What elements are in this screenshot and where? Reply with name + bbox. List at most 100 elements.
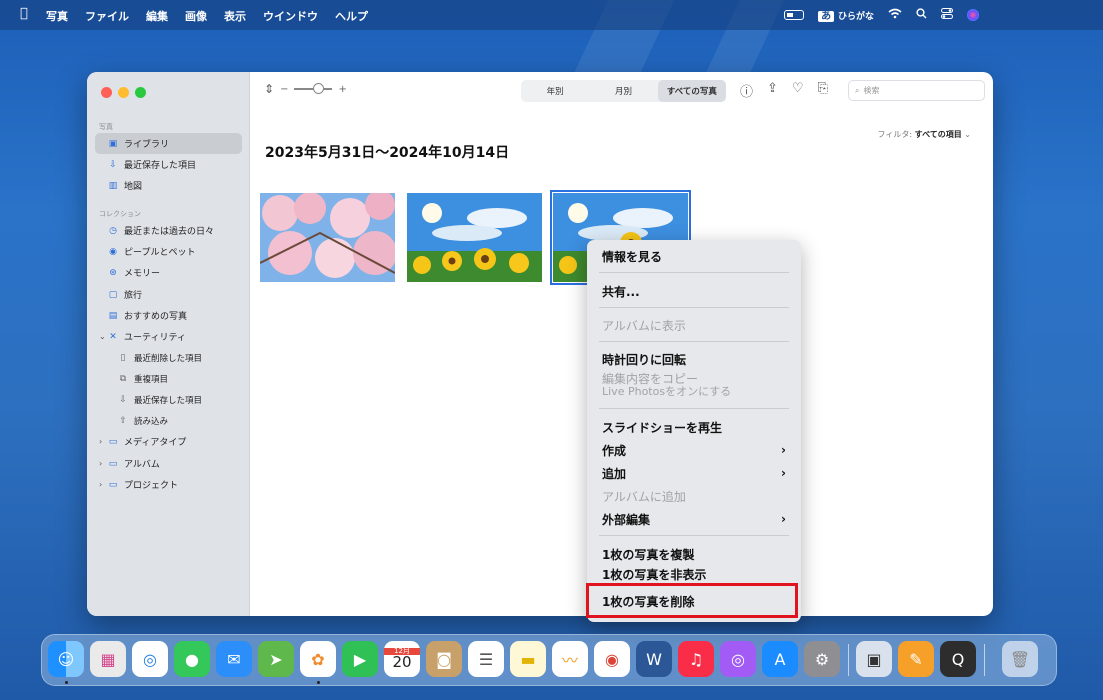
music-icon[interactable]: ♫ — [678, 641, 714, 677]
safari-icon[interactable]: ◎ — [132, 641, 168, 677]
sidebar-item-recently-saved-2[interactable]: ⇩ 最近保存した項目 — [95, 389, 242, 410]
sidebar-item-utilities[interactable]: ⌄ ✕ ユーティリティ — [95, 326, 242, 347]
sidebar-item-library[interactable]: ▣ ライブラリ — [95, 133, 242, 154]
battery-icon[interactable] — [784, 9, 805, 20]
menu-item-add[interactable]: 追加 › — [602, 463, 786, 483]
sidebar-item-recent-days[interactable]: ◷ 最近または過去の日々 — [95, 220, 242, 241]
app-store-icon[interactable]: A — [762, 641, 798, 677]
menu-item-get-info[interactable]: 情報を見る — [602, 246, 786, 266]
preview-icon[interactable]: ▣ — [856, 641, 892, 677]
segment-years[interactable]: 年別 — [521, 80, 589, 102]
sidebar-item-duplicates[interactable]: ⧉ 重複項目 — [95, 368, 242, 389]
pages-icon[interactable]: ✎ — [898, 641, 934, 677]
menu-item-create[interactable]: 作成 › — [602, 440, 786, 460]
dock-divider — [848, 644, 849, 676]
sidebar-item-projects[interactable]: › ▭ プロジェクト — [95, 474, 242, 495]
launchpad-icon[interactable]: ▦ — [90, 641, 126, 677]
sidebar-item-label: アルバム — [124, 460, 160, 470]
wifi-icon[interactable] — [888, 8, 902, 22]
folder-icon: ▭ — [108, 479, 118, 490]
sidebar-item-label: ユーティリティ — [124, 333, 186, 343]
system-settings-icon[interactable]: ⚙ — [804, 641, 840, 677]
sidebar-item-recently-saved[interactable]: ⇩ 最近保存した項目 — [95, 154, 242, 175]
photo-thumbnail-sunflowers-1[interactable] — [407, 193, 542, 282]
menu-item-duplicate-photo[interactable]: 1枚の写真を複製 — [602, 544, 786, 564]
sidebar-item-featured[interactable]: ▤ おすすめの写真 — [95, 305, 242, 326]
heart-icon[interactable]: ♡ — [792, 81, 804, 100]
menu-item-external-edit[interactable]: 外部編集 › — [602, 509, 786, 529]
segment-months[interactable]: 月別 — [589, 80, 657, 102]
crop-adjust-icon[interactable]: ⇕ — [264, 82, 274, 96]
sidebar-item-people-pets[interactable]: ◉ ピープルとペット — [95, 241, 242, 262]
sidebar-item-albums[interactable]: › ▭ アルバム — [95, 453, 242, 474]
mail-icon[interactable]: ✉ — [216, 641, 252, 677]
sidebar-item-media-types[interactable]: › ▭ メディアタイプ — [95, 431, 242, 452]
finder-icon[interactable]: ☺ — [48, 641, 84, 677]
filter-control[interactable]: フィルタ: すべての項目 ⌄ — [878, 129, 971, 140]
spotlight-search-icon[interactable] — [916, 7, 927, 22]
zoom-slider[interactable] — [294, 83, 333, 94]
zoom-button[interactable] — [135, 87, 146, 98]
freeform-icon[interactable]: 〰 — [552, 641, 588, 677]
menu-item-add-to-album: アルバムに追加 — [602, 486, 786, 506]
photos-icon[interactable]: ✿ — [300, 641, 336, 677]
info-icon[interactable]: ⓘ — [740, 81, 753, 100]
menu-window[interactable]: ウインドウ — [263, 8, 318, 24]
input-method[interactable]: あ ひらがな — [818, 7, 874, 22]
clock-icon: ◷ — [109, 225, 117, 236]
calendar-icon[interactable]: 12月 20 — [384, 641, 420, 677]
chevron-down-icon[interactable]: ⌄ — [99, 332, 107, 341]
zoom-out-icon[interactable]: − — [280, 84, 288, 95]
notes-icon[interactable]: ▬ — [510, 641, 546, 677]
facetime-icon[interactable]: ▶ — [342, 641, 378, 677]
sidebar-item-map[interactable]: ▥ 地図 — [95, 175, 242, 196]
menu-item-label: アルバムに表示 — [602, 318, 686, 333]
menu-item-share[interactable]: 共有... — [602, 281, 786, 301]
maps-icon[interactable]: ➤ — [258, 641, 294, 677]
chevron-right-icon[interactable]: › — [99, 459, 107, 468]
siri-icon[interactable] — [967, 8, 979, 21]
menu-item-hide-photo[interactable]: 1枚の写真を非表示 — [602, 566, 786, 582]
rotate-icon[interactable]: ⎘ — [818, 81, 828, 100]
photo-thumbnail-cherry-blossom[interactable] — [260, 193, 395, 282]
search-field[interactable]: ⌕ 検索 — [848, 80, 985, 101]
menu-help[interactable]: ヘルプ — [335, 8, 368, 24]
apple-menu-icon[interactable]:  — [20, 6, 28, 21]
share-icon[interactable]: ⇪ — [767, 81, 778, 100]
control-center-icon[interactable] — [941, 7, 953, 22]
messages-icon[interactable]: ● — [174, 641, 210, 677]
menu-photos[interactable]: 写真 — [46, 8, 68, 24]
sidebar: 写真 ▣ ライブラリ ⇩ 最近保存した項目 ▥ 地図 コレクション ◷ 最近または過去の… — [87, 72, 250, 616]
contacts-icon[interactable]: ◙ — [426, 641, 462, 677]
sidebar-item-recently-deleted[interactable]: ▯ 最近削除した項目 — [95, 347, 242, 368]
menu-item-slideshow[interactable]: スライドショーを再生 — [602, 417, 786, 437]
quicktime-icon[interactable]: Q — [940, 641, 976, 677]
window-controls — [101, 87, 146, 98]
sidebar-item-imports[interactable]: ⇧ 読み込み — [95, 410, 242, 431]
segment-all-photos[interactable]: すべての写真 — [657, 80, 726, 102]
menu-item-label: 外部編集 — [602, 512, 651, 527]
close-button[interactable] — [101, 87, 112, 98]
reminders-icon[interactable]: ☰ — [468, 641, 504, 677]
zoom-in-icon[interactable]: + — [338, 84, 346, 95]
podcasts-icon[interactable]: ◎ — [720, 641, 756, 677]
chevron-right-icon[interactable]: › — [99, 480, 107, 489]
menu-file[interactable]: ファイル — [85, 8, 129, 24]
tools-icon: ✕ — [109, 331, 117, 342]
menu-bar:  写真 ファイル 編集 画像 表示 ウインドウ ヘルプ あ ひらがな — [0, 0, 1103, 30]
calendar-day: 20 — [392, 653, 412, 671]
menu-edit[interactable]: 編集 — [146, 8, 168, 24]
menu-item-rotate-clockwise[interactable]: 時計回りに回転 — [602, 349, 786, 369]
sidebar-item-memories[interactable]: ⊛ メモリー — [95, 262, 242, 283]
chevron-right-icon[interactable]: › — [99, 437, 107, 446]
menu-item-label: 情報を見る — [602, 249, 663, 264]
chrome-icon[interactable]: ◉ — [594, 641, 630, 677]
minimize-button[interactable] — [118, 87, 129, 98]
sidebar-item-trips[interactable]: ▢ 旅行 — [95, 284, 242, 305]
chevron-right-icon: › — [781, 512, 786, 526]
trash-icon[interactable]: 🗑 — [1002, 641, 1038, 677]
word-icon[interactable]: W — [636, 641, 672, 677]
menu-view[interactable]: 表示 — [224, 8, 246, 24]
menu-image[interactable]: 画像 — [185, 8, 207, 24]
zoom-slider-knob[interactable] — [313, 83, 325, 94]
